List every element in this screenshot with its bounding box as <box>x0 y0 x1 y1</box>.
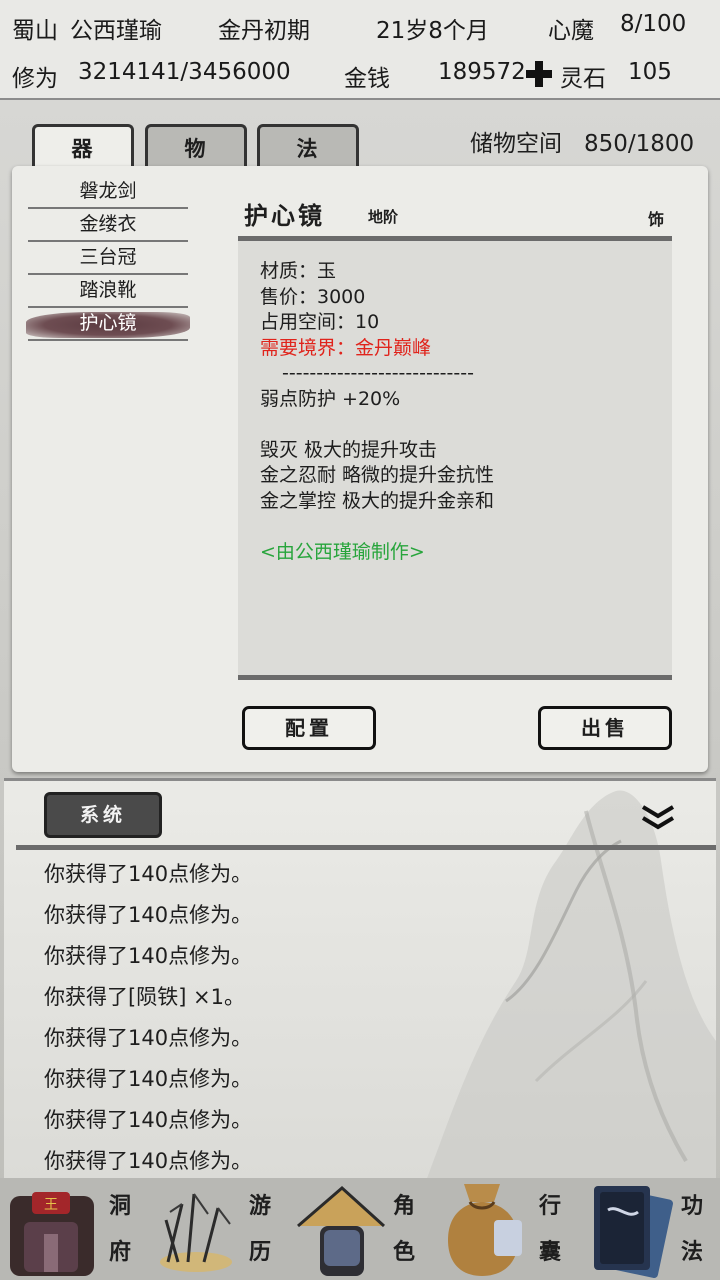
item-affix: 金之忍耐 略微的提升金抗性 <box>260 464 495 486</box>
list-item-selected[interactable]: 护心镜 <box>26 308 190 341</box>
book-icon <box>594 1186 673 1278</box>
log-entry: 你获得了140点修为。 <box>44 1149 253 1173</box>
log-entry: 你获得了140点修为。 <box>44 1067 253 1091</box>
log-panel: 系统 你获得了140点修为。 你获得了140点修为。 你获得了140点修为。 你… <box>4 778 716 1178</box>
log-entry: 你获得了140点修为。 <box>44 862 253 886</box>
age: 21岁8个月 <box>376 18 489 44</box>
nav-label: 游 <box>248 1193 271 1219</box>
svg-text:王: 王 <box>44 1197 58 1213</box>
item-panel: 磐龙剑 金缕衣 三台冠 踏浪靴 护心镜 护心镜 地阶 饰 材质：玉 售价：300… <box>12 166 708 772</box>
nav-techniques[interactable]: 功 法 <box>576 1178 720 1280</box>
log-entry: 你获得了140点修为。 <box>44 1108 253 1132</box>
log-entry: 你获得了[陨铁] ×1。 <box>44 985 246 1009</box>
nav-label: 历 <box>248 1239 271 1265</box>
item-material: 材质：玉 <box>260 260 337 282</box>
nav-travel[interactable]: 游 历 <box>144 1178 288 1280</box>
collapse-icon[interactable] <box>640 803 676 831</box>
log-entry: 你获得了140点修为。 <box>44 1026 253 1050</box>
sell-button[interactable]: 出售 <box>538 706 672 750</box>
stone-label: 灵石 <box>560 66 606 92</box>
item-stat: 弱点防护 +20% <box>260 387 401 410</box>
item-label: 踏浪靴 <box>79 279 137 301</box>
money-label: 金钱 <box>344 66 390 92</box>
item-slot: 饰 <box>648 210 665 229</box>
spirit-stone-icon <box>526 61 552 87</box>
item-title: 护心镜 <box>244 201 325 230</box>
nav-cave-dwelling[interactable]: 王 洞 府 <box>0 1178 144 1280</box>
demon-value: 8/100 <box>620 11 687 37</box>
equip-button[interactable]: 配置 <box>242 706 376 750</box>
money-value: 189572 <box>438 59 526 85</box>
status-bar: 蜀山 公西瑾瑜 金丹初期 21岁8个月 心魔 8/100 修为 3214141/… <box>0 0 720 100</box>
nav-label: 行 <box>538 1193 561 1219</box>
character-name: 公西瑾瑜 <box>70 18 162 44</box>
log-list: 你获得了140点修为。 你获得了140点修为。 你获得了140点修为。 你获得了… <box>44 859 252 1178</box>
item-label: 磐龙剑 <box>79 180 137 202</box>
item-label: 三台冠 <box>79 246 137 268</box>
log-entry: 你获得了140点修为。 <box>44 903 253 927</box>
mountain-painting <box>427 790 716 1178</box>
bamboo-icon <box>160 1193 232 1272</box>
item-maker: <由公西瑾瑜制作> <box>260 540 425 563</box>
tab-system-log[interactable]: 系统 <box>44 792 162 838</box>
log-entry: 你获得了140点修为。 <box>44 944 253 968</box>
nav-label: 色 <box>392 1239 415 1265</box>
location: 蜀山 <box>12 18 58 44</box>
realm: 金丹初期 <box>218 18 310 44</box>
nav-character[interactable]: 角 色 <box>288 1178 432 1280</box>
cultivation-label: 修为 <box>12 66 58 92</box>
storage-label: 储物空间 <box>470 131 562 157</box>
demon-label: 心魔 <box>548 18 594 44</box>
nav-label: 洞 <box>108 1193 131 1219</box>
item-requirement: 需要境界：金丹巅峰 <box>260 336 432 359</box>
nav-label: 府 <box>108 1239 131 1265</box>
tab-items[interactable]: 物 <box>145 124 247 168</box>
cultivation-value: 3214141/3456000 <box>78 59 291 85</box>
straw-hat-icon <box>297 1185 386 1276</box>
item-description-box: 材质：玉 售价：3000 占用空间：10 需要境界：金丹巅峰 ---------… <box>238 236 672 680</box>
nav-label: 功 <box>680 1193 703 1219</box>
cave-dwelling-icon: 王 <box>10 1192 94 1276</box>
list-item[interactable]: 三台冠 <box>28 242 188 275</box>
item-affix: 金之掌控 极大的提升金亲和 <box>260 489 495 512</box>
item-space: 占用空间：10 <box>260 311 380 333</box>
item-label: 护心镜 <box>79 312 137 334</box>
nav-label: 法 <box>680 1239 703 1265</box>
pouch-icon <box>448 1184 522 1276</box>
nav-label: 角 <box>392 1193 415 1219</box>
storage-capacity: 储物空间 850/1800 <box>470 124 694 158</box>
tab-techniques[interactable]: 法 <box>257 124 359 168</box>
divider <box>16 845 716 850</box>
nav-label: 囊 <box>538 1239 561 1265</box>
bottom-nav: 王 洞 府 游 历 角 色 行 囊 功 法 <box>0 1178 720 1280</box>
stone-value: 105 <box>628 59 672 85</box>
item-list: 磐龙剑 金缕衣 三台冠 踏浪靴 护心镜 <box>26 176 190 341</box>
list-item[interactable]: 金缕衣 <box>28 209 188 242</box>
item-label: 金缕衣 <box>79 213 137 235</box>
item-price: 售价：3000 <box>260 285 366 308</box>
storage-value: 850/1800 <box>583 131 695 157</box>
list-item[interactable]: 磐龙剑 <box>28 176 188 209</box>
item-affix: 毁灭 极大的提升攻击 <box>260 438 438 461</box>
divider: ---------------------------- <box>282 362 474 384</box>
item-grade: 地阶 <box>368 208 399 226</box>
list-item[interactable]: 踏浪靴 <box>28 275 188 308</box>
item-description: 材质：玉 售价：3000 占用空间：10 需要境界：金丹巅峰 ---------… <box>260 259 494 565</box>
tab-equipment[interactable]: 器 <box>32 124 134 168</box>
nav-inventory[interactable]: 行 囊 <box>432 1178 576 1280</box>
